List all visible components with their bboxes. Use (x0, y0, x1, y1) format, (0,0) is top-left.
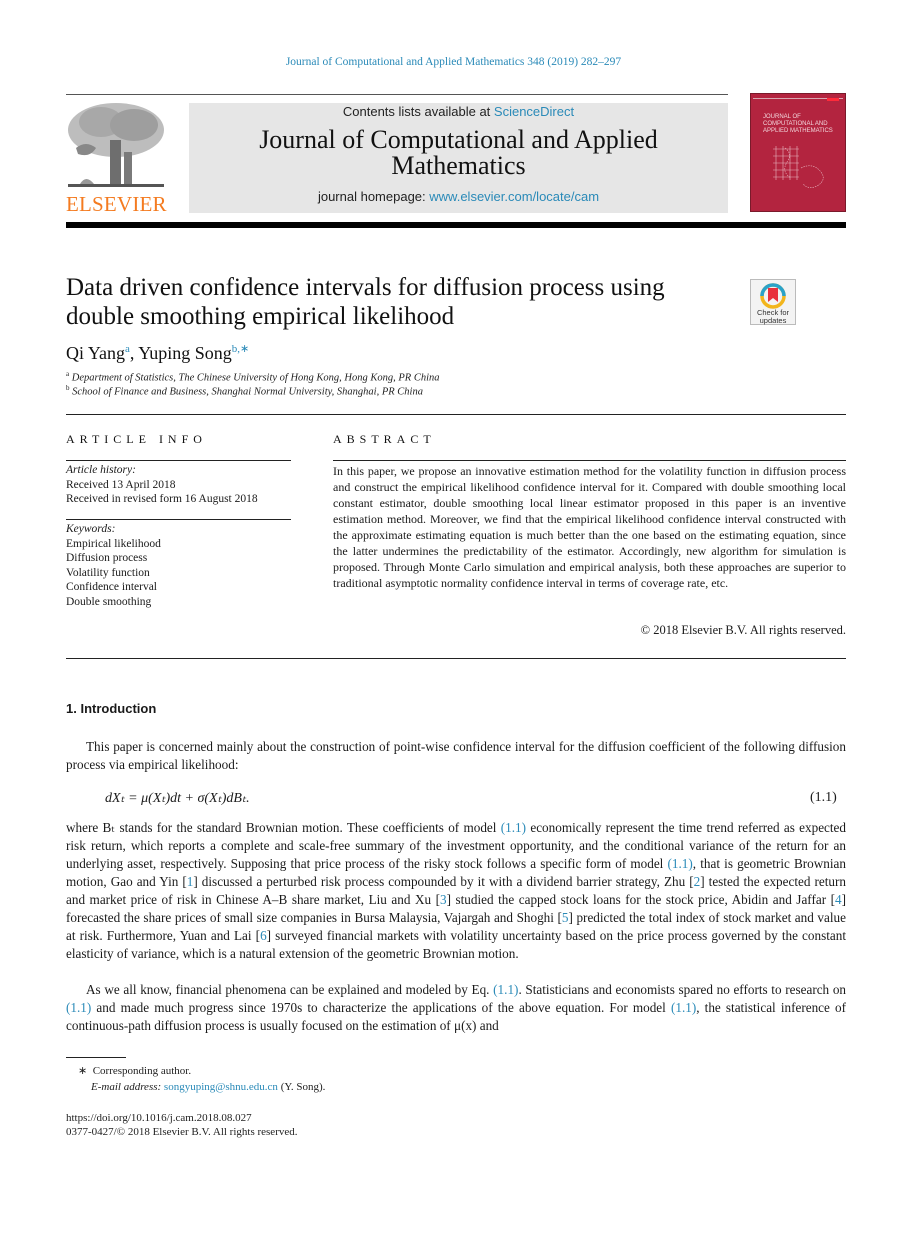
history-label: Article history: (66, 464, 136, 476)
journal-cover-thumbnail[interactable]: JOURNAL OF COMPUTATIONAL AND APPLIED MAT… (750, 93, 846, 212)
cross-reference-link[interactable]: 5 (562, 910, 569, 925)
journal-title-line2: Mathematics (391, 151, 526, 180)
author-affiliation-mark[interactable]: b,∗ (232, 343, 249, 355)
affiliation-text: Department of Statistics, The Chinese Un… (71, 372, 440, 384)
paragraph-text: ] studied the capped stock loans for the… (446, 892, 835, 907)
issn-copyright: 0377-0427/© 2018 Elsevier B.V. All right… (66, 1126, 298, 1138)
journal-title-line1: Journal of Computational and Applied (259, 125, 658, 154)
doi-link[interactable]: https://doi.org/10.1016/j.cam.2018.08.02… (66, 1112, 252, 1124)
cover-title-line: JOURNAL OF (763, 114, 801, 120)
article-info-heading: ARTICLE INFO (66, 432, 207, 446)
email-link[interactable]: songyuping@shnu.edu.cn (164, 1081, 278, 1093)
cross-reference-link[interactable]: (1.1) (493, 982, 518, 997)
affiliation-a: a Department of Statistics, The Chinese … (66, 370, 440, 384)
author-name[interactable]: Qi Yang (66, 343, 125, 363)
author-list: Qi Yanga, Yuping Songb,∗ (66, 343, 250, 363)
cover-figure-icon (773, 146, 824, 188)
sciencedirect-link[interactable]: ScienceDirect (494, 104, 574, 119)
masthead-rule (66, 222, 846, 228)
divider (66, 460, 291, 461)
cross-reference-link[interactable]: (1.1) (66, 1000, 91, 1015)
journal-homepage-link[interactable]: www.elsevier.com/locate/cam (429, 189, 599, 204)
cover-title: JOURNAL OF COMPUTATIONAL AND APPLIED MAT… (763, 114, 843, 135)
crossmark-icon (760, 283, 786, 309)
abstract-text: In this paper, we propose an innovative … (333, 464, 846, 590)
cover-title-line: APPLIED MATHEMATICS (763, 128, 833, 134)
cross-reference-link[interactable]: (1.1) (501, 820, 526, 835)
footnote-corresponding: ∗ Corresponding author. (78, 1064, 191, 1077)
intro-paragraph-2: where Bₜ stands for the standard Brownia… (66, 819, 846, 963)
footnote-text: Corresponding author. (92, 1065, 192, 1077)
cross-reference-link[interactable]: 6 (260, 928, 267, 943)
abstract-heading: ABSTRACT (333, 432, 436, 446)
footnote-rule (66, 1057, 126, 1058)
equation-1-1: dXₜ = μ(Xₜ)dt + σ(Xₜ)dBₜ. (105, 791, 250, 806)
paragraph-text: where Bₜ stands for the standard Brownia… (66, 820, 501, 835)
contents-line: Contents lists available at ScienceDirec… (189, 104, 728, 119)
article-history: Article history: Received 13 April 2018 … (66, 463, 291, 507)
abstract-copyright: © 2018 Elsevier B.V. All rights reserved… (640, 623, 846, 637)
received-date: Received 13 April 2018 (66, 478, 176, 491)
intro-paragraph-3: As we all know, financial phenomena can … (66, 981, 846, 1035)
affiliation-mark: a (66, 370, 70, 378)
keyword: Confidence interval (66, 581, 158, 593)
affiliation-text: School of Finance and Business, Shanghai… (72, 386, 423, 398)
running-head[interactable]: Journal of Computational and Applied Mat… (0, 56, 907, 68)
keyword: Diffusion process (66, 552, 148, 564)
paragraph-text: and made much progress since 1970s to ch… (91, 1000, 671, 1015)
homepage-prefix: journal homepage: (317, 189, 430, 204)
author-name[interactable]: Yuping Song (138, 343, 232, 363)
divider (66, 519, 291, 520)
paragraph-text: As we all know, financial phenomena can … (86, 982, 494, 997)
footnote-email: E-mail address: songyuping@shnu.edu.cn (… (91, 1081, 325, 1093)
cover-red-mark (827, 98, 839, 101)
contents-prefix: Contents lists available at (342, 104, 494, 119)
article-title-line1: Data driven confidence intervals for dif… (66, 274, 665, 301)
article-title: Data driven confidence intervals for dif… (66, 273, 736, 331)
email-suffix: (Y. Song). (277, 1081, 326, 1093)
keyword: Empirical likelihood (66, 537, 161, 550)
intro-paragraph-1: This paper is concerned mainly about the… (66, 739, 846, 772)
email-label: E-mail address: (91, 1081, 164, 1093)
homepage-line: journal homepage: www.elsevier.com/locat… (189, 189, 728, 204)
divider (66, 658, 846, 659)
revised-date: Received in revised form 16 August 2018 (66, 493, 258, 505)
author-affiliation-mark[interactable]: a (125, 343, 130, 355)
keywords-block: Keywords: Empirical likelihood Diffusion… (66, 522, 291, 609)
crossmark-label: Check for updates (751, 309, 795, 325)
equation-number: (1.1) (810, 790, 837, 805)
cross-reference-link[interactable]: (1.1) (668, 856, 693, 871)
crossmark-label-line2: updates (759, 316, 787, 325)
keywords-label: Keywords: (66, 523, 116, 535)
paragraph-text: ] discussed a perturbed risk process com… (193, 874, 694, 889)
paragraph-text: . Statisticians and economists spared no… (518, 982, 847, 997)
cross-reference-link[interactable]: 4 (835, 892, 842, 907)
keyword: Double smoothing (66, 595, 152, 608)
divider (66, 414, 846, 415)
footnote-star: ∗ (78, 1065, 88, 1077)
affiliation-mark: b (66, 384, 70, 392)
divider (333, 460, 846, 461)
check-for-updates-button[interactable]: Check for updates (750, 279, 796, 325)
cross-reference-link[interactable]: 3 (440, 892, 447, 907)
section-heading-introduction: 1. Introduction (66, 701, 157, 716)
journal-banner: Contents lists available at ScienceDirec… (189, 103, 728, 213)
elsevier-tree-icon (68, 103, 164, 187)
header-rule (66, 94, 728, 95)
article-title-line2: double smoothing empirical likelihood (66, 303, 455, 330)
journal-title: Journal of Computational and Applied Mat… (189, 127, 728, 179)
elsevier-logo[interactable]: ELSEVIER (66, 100, 167, 216)
elsevier-wordmark: ELSEVIER (66, 192, 167, 216)
cross-reference-link[interactable]: (1.1) (671, 1000, 696, 1015)
keyword: Volatility function (66, 566, 150, 579)
affiliation-b: b School of Finance and Business, Shangh… (66, 384, 423, 398)
cover-title-line: COMPUTATIONAL AND (763, 121, 828, 127)
